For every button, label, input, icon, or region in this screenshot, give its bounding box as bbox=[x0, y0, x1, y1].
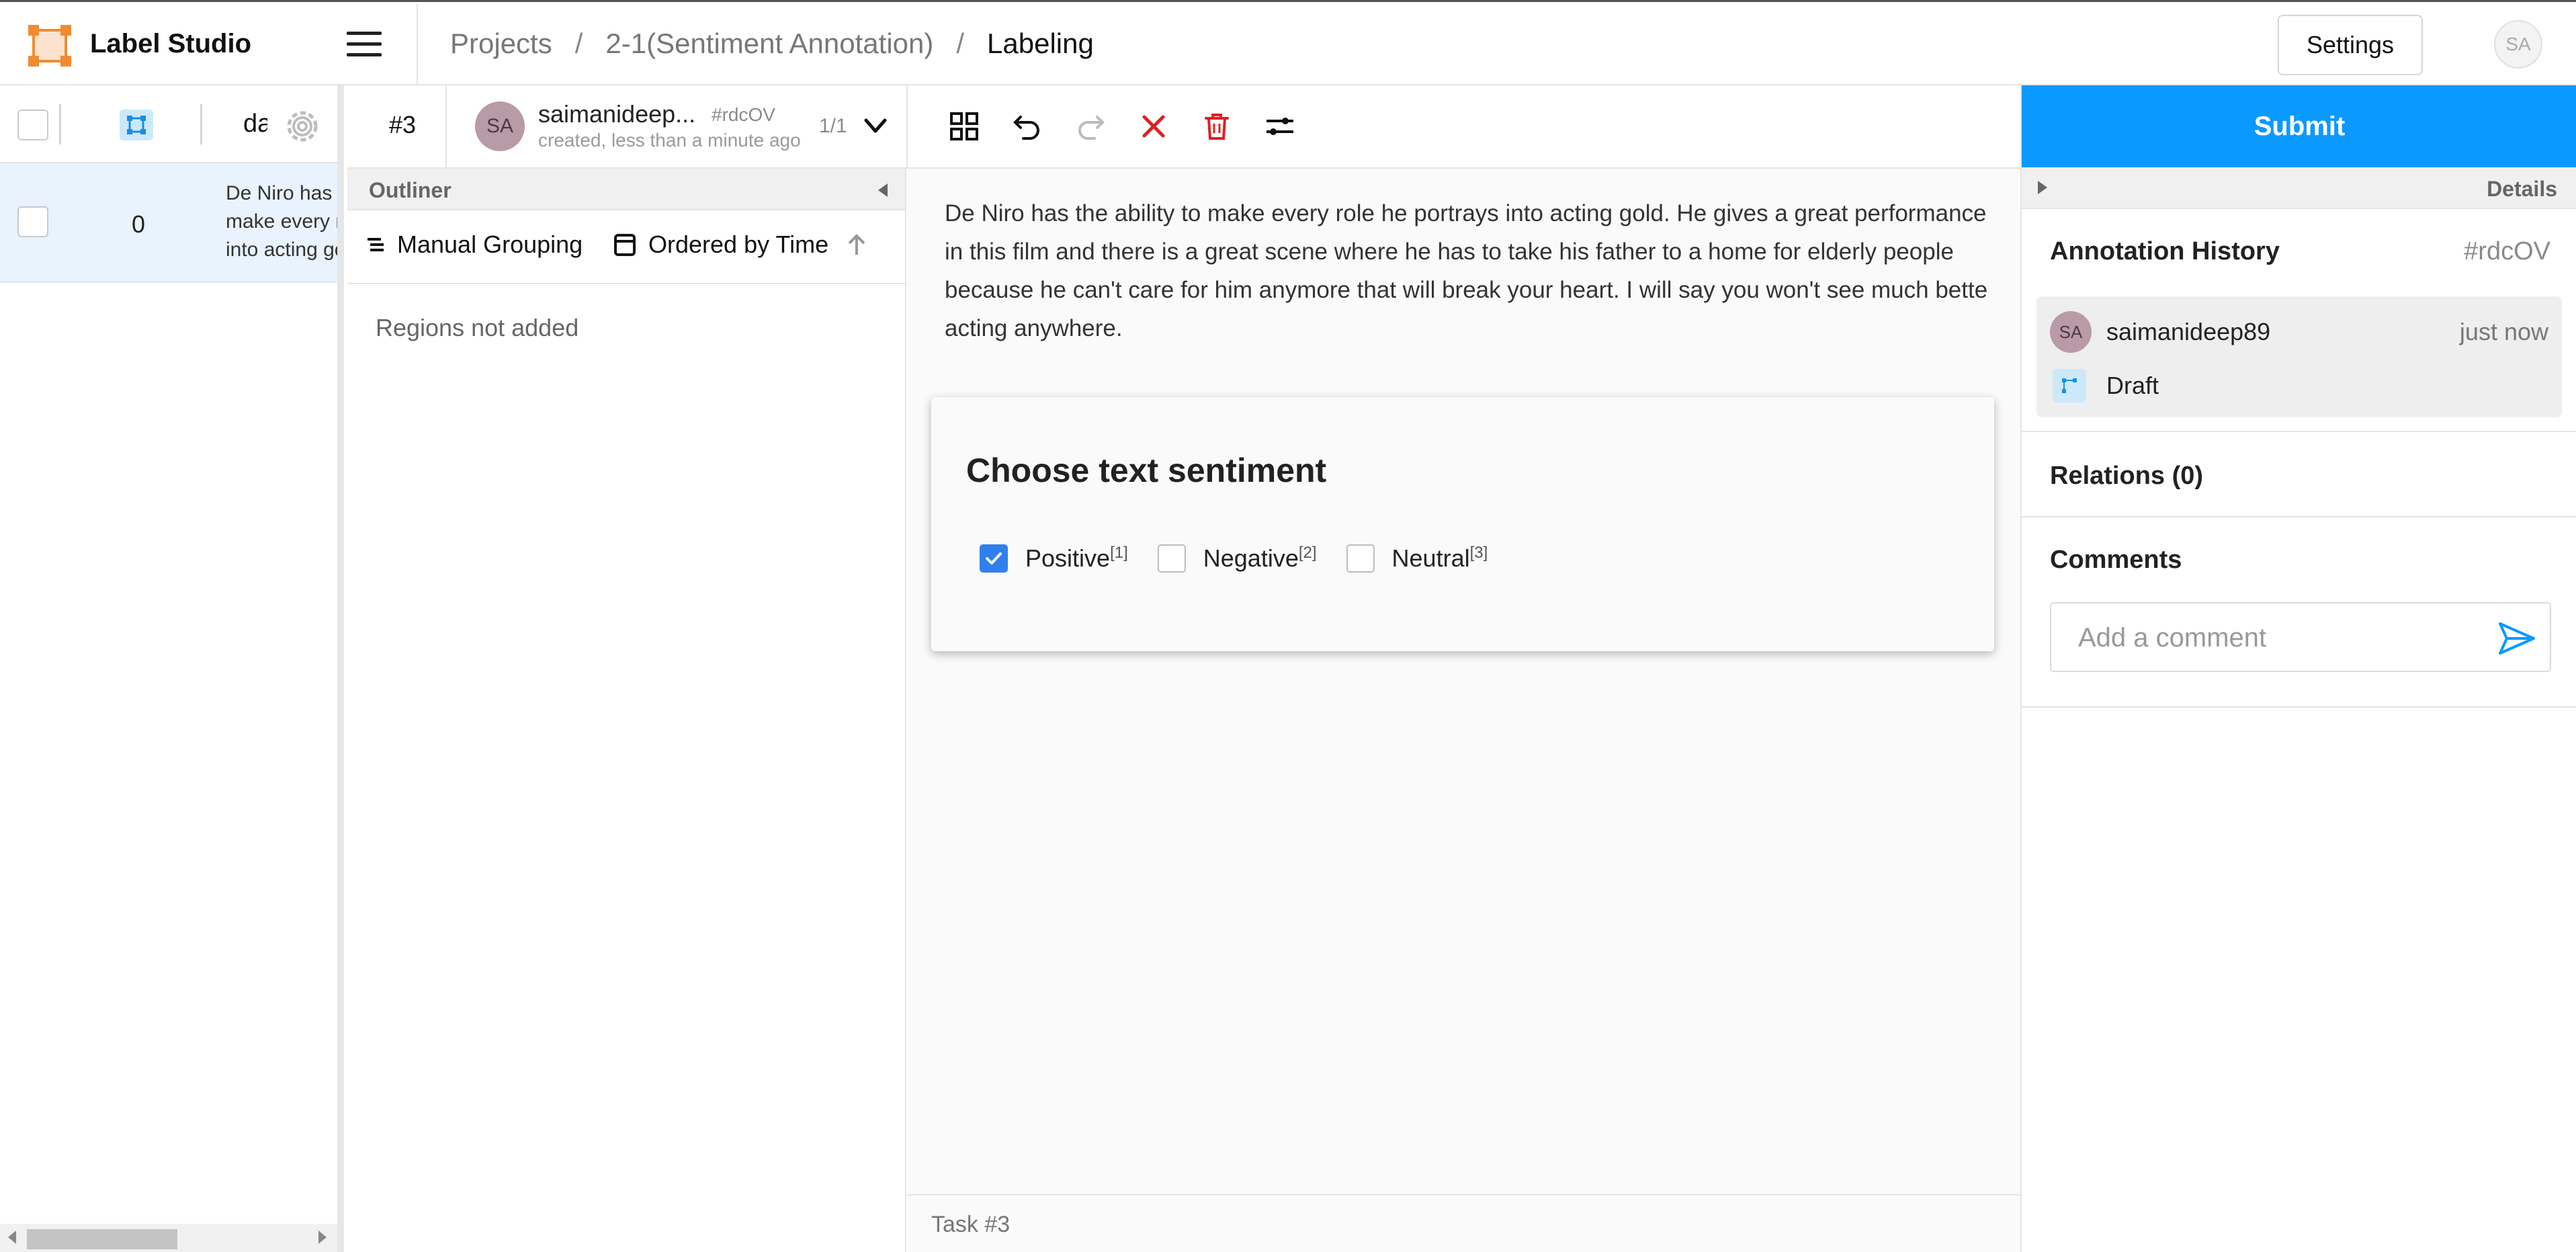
history-user: saimanideep89 bbox=[2106, 318, 2271, 345]
label-studio-logo-icon[interactable] bbox=[28, 25, 71, 67]
collapse-arrow-icon[interactable] bbox=[878, 183, 888, 197]
outliner-controls: Manual Grouping Ordered by Time bbox=[347, 210, 905, 284]
app-title: Label Studio bbox=[90, 29, 251, 58]
submit-button[interactable]: Submit bbox=[2022, 85, 2576, 167]
task-row-text: De Niro has the make every role into act… bbox=[226, 182, 337, 261]
toolbar-divider bbox=[906, 85, 908, 169]
manual-grouping-button[interactable]: Manual Grouping bbox=[366, 231, 583, 259]
task-number: #3 bbox=[389, 111, 417, 138]
annotation-history-section: Annotation History #rdcOV SA saimanideep… bbox=[2022, 209, 2576, 432]
draft-annotation-icon bbox=[2053, 369, 2086, 403]
grid-view-icon[interactable] bbox=[947, 110, 981, 143]
horizontal-scrollbar[interactable] bbox=[0, 1224, 337, 1252]
redo-icon[interactable] bbox=[1074, 110, 1107, 143]
scroll-left-icon[interactable] bbox=[8, 1230, 16, 1244]
details-header[interactable]: Details bbox=[2022, 167, 2576, 209]
breadcrumb-projects-link[interactable]: Projects bbox=[450, 28, 552, 60]
ordered-by-time-label: Ordered by Time bbox=[648, 231, 829, 258]
annotation-count: 1/1 bbox=[819, 115, 847, 137]
hamburger-menu-icon[interactable] bbox=[347, 32, 382, 57]
positive-checkbox[interactable] bbox=[980, 544, 1008, 573]
task-row-checkbox[interactable] bbox=[17, 206, 48, 237]
comments-title: Comments bbox=[2050, 546, 2182, 574]
comment-box bbox=[2050, 602, 2551, 672]
positive-hotkey: [1] bbox=[1110, 544, 1128, 562]
positive-label: Positive bbox=[1025, 544, 1111, 572]
annotator-avatar: SA bbox=[475, 101, 525, 151]
task-list-header: da bbox=[0, 85, 337, 163]
annotations-column-icon[interactable] bbox=[120, 110, 153, 140]
annotation-history-id: #rdcOV bbox=[2464, 237, 2550, 265]
annotation-created-time: created, less than a minute ago bbox=[538, 130, 801, 151]
sentiment-choice-card: Choose text sentiment Positive[1] Negati… bbox=[931, 397, 1994, 651]
neutral-checkbox[interactable] bbox=[1346, 544, 1375, 573]
gear-icon[interactable] bbox=[267, 99, 337, 154]
task-row-id: 0 bbox=[132, 210, 146, 238]
toolbar-divider bbox=[445, 85, 447, 169]
choice-title: Choose text sentiment bbox=[966, 452, 1327, 489]
task-row[interactable]: 0 De Niro has the make every role into a… bbox=[0, 163, 337, 283]
sentiment-choices: Positive[1] Negative[2] Neutral[3] bbox=[980, 544, 1488, 573]
choice-neutral[interactable]: Neutral[3] bbox=[1346, 544, 1488, 573]
breadcrumb-current: Labeling bbox=[987, 28, 1094, 59]
history-status: Draft bbox=[2106, 372, 2159, 399]
negative-checkbox[interactable] bbox=[1157, 544, 1186, 573]
neutral-hotkey: [3] bbox=[1469, 544, 1488, 562]
column-separator bbox=[200, 104, 202, 144]
labeling-content-area: De Niro has the ability to make every ro… bbox=[907, 169, 2020, 1252]
outliner-header: Outliner bbox=[347, 169, 905, 210]
header-divider bbox=[417, 4, 418, 86]
expand-arrow-icon[interactable] bbox=[2038, 181, 2047, 194]
breadcrumb-separator: / bbox=[956, 28, 965, 59]
send-icon[interactable] bbox=[2497, 621, 2536, 656]
task-list-panel: da 0 De Niro has the make every role int… bbox=[0, 85, 344, 1252]
annotation-history-title: Annotation History bbox=[2050, 237, 2280, 265]
negative-label: Negative bbox=[1203, 544, 1299, 572]
task-footer-label: Task #3 bbox=[931, 1212, 1011, 1237]
neutral-label: Neutral bbox=[1391, 544, 1470, 572]
relations-title[interactable]: Relations (0) bbox=[2050, 462, 2203, 491]
undo-icon[interactable] bbox=[1011, 110, 1044, 143]
relations-section: Relations (0) bbox=[2022, 432, 2576, 517]
settings-button[interactable]: Settings bbox=[2278, 15, 2423, 75]
annotation-toolbar: #3 SA saimanideep... #rdcOV created, les… bbox=[347, 85, 2020, 169]
calendar-icon bbox=[614, 234, 636, 256]
choice-negative[interactable]: Negative[2] bbox=[1157, 544, 1317, 573]
delete-trash-icon[interactable] bbox=[1200, 110, 1234, 143]
list-icon bbox=[368, 238, 384, 251]
comments-section: Comments bbox=[2022, 517, 2576, 708]
top-navigation-bar: Label Studio Projects / 2-1(Sentiment An… bbox=[0, 0, 2576, 86]
breadcrumb: Projects / 2-1(Sentiment Annotation) / L… bbox=[450, 28, 1094, 60]
regions-empty-text: Regions not added bbox=[376, 314, 579, 341]
ordered-by-time-button[interactable]: Ordered by Time bbox=[613, 231, 828, 259]
scrollbar-thumb[interactable] bbox=[27, 1229, 177, 1249]
settings-sliders-icon[interactable] bbox=[1263, 110, 1297, 143]
outliner-panel: Outliner Manual Grouping Ordered by Time… bbox=[347, 169, 906, 1252]
checkmark-icon bbox=[986, 552, 1002, 565]
history-time: just now bbox=[2459, 318, 2548, 345]
annotator-name: saimanideep... bbox=[538, 100, 696, 128]
review-text: De Niro has the ability to make every ro… bbox=[945, 200, 1988, 341]
choice-positive[interactable]: Positive[1] bbox=[980, 544, 1128, 573]
history-entry[interactable]: SA saimanideep89 just now Draft bbox=[2036, 296, 2562, 417]
details-label: Details bbox=[2487, 177, 2557, 201]
select-all-checkbox[interactable] bbox=[17, 110, 48, 140]
history-avatar: SA bbox=[2050, 311, 2092, 353]
scroll-right-icon[interactable] bbox=[318, 1230, 327, 1244]
column-separator bbox=[59, 104, 61, 144]
comment-input[interactable] bbox=[2078, 620, 2468, 656]
reset-close-icon[interactable] bbox=[1137, 110, 1170, 143]
right-sidebar: Submit Details Annotation History #rdcOV… bbox=[2020, 85, 2576, 1252]
chevron-down-icon[interactable] bbox=[862, 112, 889, 139]
annotation-tools bbox=[947, 110, 1297, 143]
task-footer: Task #3 bbox=[907, 1194, 2020, 1252]
manual-grouping-label: Manual Grouping bbox=[397, 231, 583, 258]
breadcrumb-separator: / bbox=[574, 28, 583, 59]
sort-direction-arrow-up-icon[interactable] bbox=[846, 233, 867, 257]
outliner-title: Outliner bbox=[369, 178, 452, 202]
user-avatar[interactable]: SA bbox=[2494, 20, 2542, 69]
negative-hotkey: [2] bbox=[1298, 544, 1317, 562]
annotation-id: #rdcOV bbox=[712, 104, 775, 125]
breadcrumb-project-link[interactable]: 2-1(Sentiment Annotation) bbox=[605, 28, 933, 60]
